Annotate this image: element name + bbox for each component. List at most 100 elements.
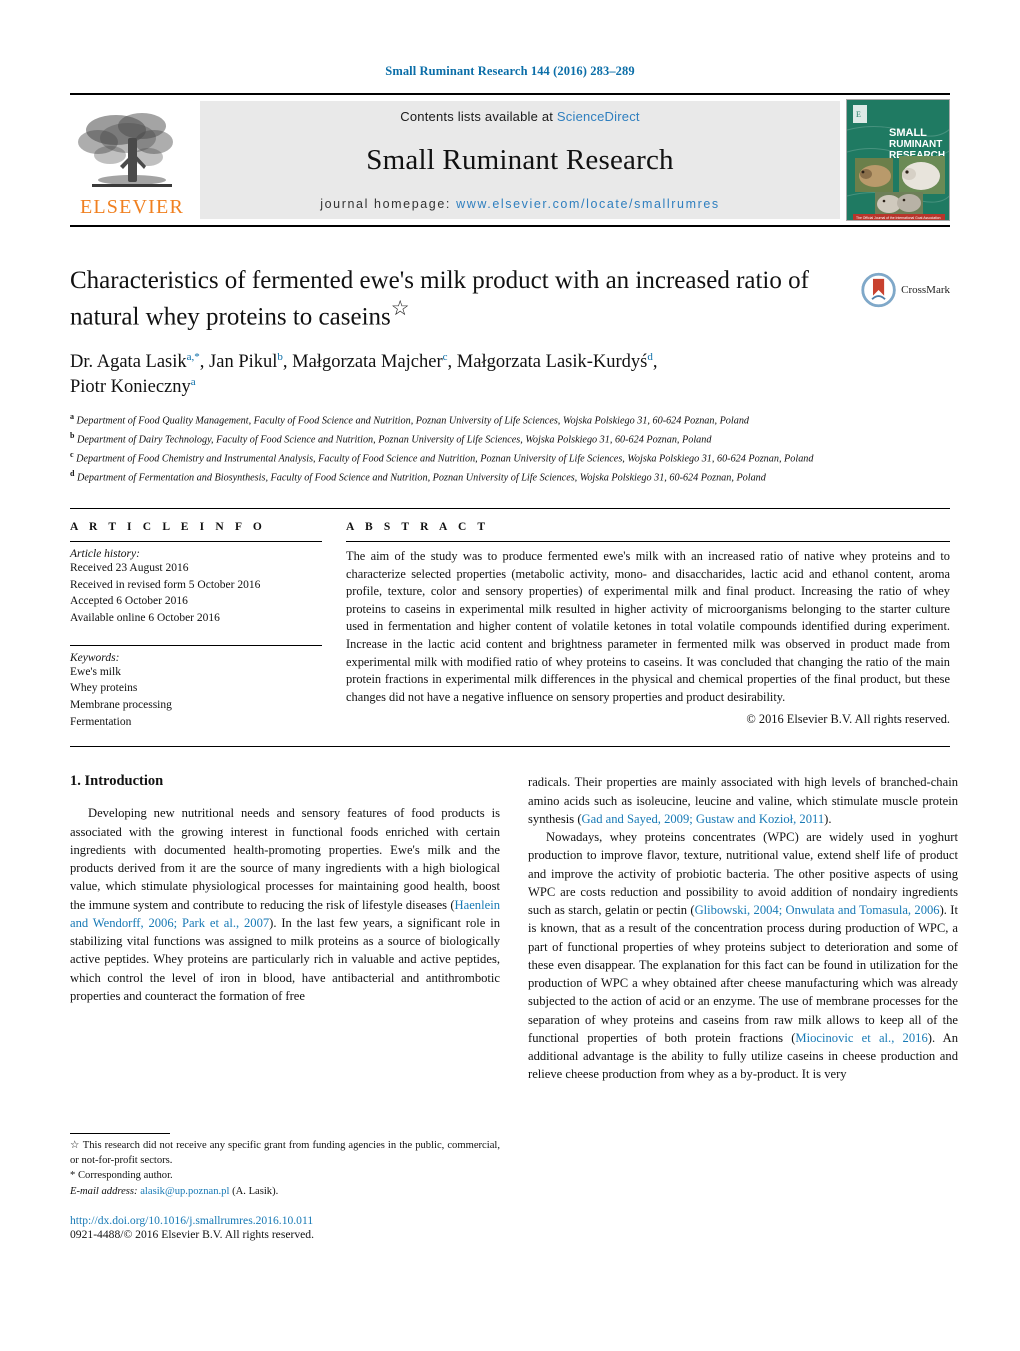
contents-available-line: Contents lists available at ScienceDirec… bbox=[400, 109, 639, 124]
crossmark-icon bbox=[861, 272, 896, 308]
keyword-item: Whey proteins bbox=[70, 682, 138, 695]
cover-footer-text: The Official Journal of the Internationa… bbox=[856, 216, 941, 220]
citation-link[interactable]: Glibowski, 2004; Onwulata and Tomasula, … bbox=[695, 903, 940, 917]
contents-prefix: Contents lists available at bbox=[400, 109, 557, 124]
keywords-label: Keywords: bbox=[70, 651, 120, 664]
abstract-copyright: © 2016 Elsevier B.V. All rights reserved… bbox=[746, 712, 950, 727]
article-title-text: Characteristics of fermented ewe's milk … bbox=[70, 267, 809, 331]
author-name: Małgorzata Lasik-Kurdyś bbox=[456, 352, 648, 373]
article-history-item: Accepted 6 October 2016 bbox=[70, 595, 188, 608]
intro-paragraph-left: Developing new nutritional needs and sen… bbox=[70, 804, 500, 1005]
body-right-column: radicals. Their properties are mainly as… bbox=[528, 773, 958, 1083]
author-item: Małgorzata Lasik-Kurdyśd bbox=[456, 351, 653, 373]
body-left-column: 1. Introduction Developing new nutrition… bbox=[70, 773, 500, 1083]
author-name: Piotr Konieczny bbox=[70, 377, 191, 398]
author-affil-marks[interactable]: a bbox=[191, 376, 196, 388]
svg-text:RUMINANT: RUMINANT bbox=[889, 139, 942, 150]
elsevier-tree-icon bbox=[78, 113, 173, 187]
title-footnote-marker[interactable]: ☆ bbox=[391, 296, 410, 320]
affiliation-text: Department of Fermentation and Biosynthe… bbox=[77, 472, 766, 484]
affiliation-item: d Department of Fermentation and Biosynt… bbox=[70, 468, 950, 486]
page-title: Characteristics of fermented ewe's milk … bbox=[70, 265, 860, 332]
footnote-rule bbox=[70, 1133, 170, 1134]
affiliation-item: a Department of Food Quality Management,… bbox=[70, 411, 950, 429]
author-affil-marks[interactable]: a,* bbox=[187, 351, 200, 363]
journal-band: Contents lists available at ScienceDirec… bbox=[200, 101, 840, 219]
affiliation-text: Department of Dairy Technology, Faculty … bbox=[77, 434, 712, 446]
sciencedirect-link[interactable]: ScienceDirect bbox=[557, 109, 640, 124]
keyword-item: Membrane processing bbox=[70, 698, 172, 711]
email-suffix: (A. Lasik). bbox=[232, 1185, 279, 1197]
article-info-heading: A R T I C L E I N F O bbox=[70, 520, 266, 533]
journal-cover-thumbnail: E SMALL RUMINANT RESEARCH The Official J… bbox=[846, 99, 950, 221]
email-link[interactable]: alasik@up.poznan.pl bbox=[140, 1186, 229, 1197]
article-info-rule bbox=[70, 540, 322, 542]
affiliation-text: Department of Food Chemistry and Instrum… bbox=[76, 453, 814, 465]
funding-footnote: ☆ This research did not receive any spec… bbox=[70, 1139, 500, 1168]
journal-masthead: ELSEVIER Contents lists available at Sci… bbox=[70, 93, 950, 227]
author-name: Jan Pikul bbox=[209, 352, 278, 373]
intro-right2-text-b: ). It is known, that as a result of the … bbox=[528, 903, 958, 1045]
divider-above-article-info bbox=[70, 507, 950, 509]
author-affil-marks[interactable]: b bbox=[277, 351, 283, 363]
body-two-column: 1. Introduction Developing new nutrition… bbox=[70, 773, 958, 1083]
abstract-column: A B S T R A C T The aim of the study was… bbox=[346, 521, 950, 730]
keyword-item: Fermentation bbox=[70, 715, 132, 728]
article-history-item: Received 23 August 2016 bbox=[70, 561, 189, 574]
journal-cover-art: E SMALL RUMINANT RESEARCH The Official J… bbox=[847, 100, 949, 220]
footnote-block: ☆ This research did not receive any spec… bbox=[70, 1133, 500, 1200]
abstract-rule bbox=[346, 540, 950, 542]
doi-link[interactable]: http://dx.doi.org/10.1016/j.smallrumres.… bbox=[70, 1214, 500, 1227]
journal-article-page: Small Ruminant Research 144 (2016) 283–2… bbox=[0, 0, 1020, 1351]
funding-footnote-marker: ☆ bbox=[70, 1140, 80, 1151]
svg-text:SMALL: SMALL bbox=[889, 127, 927, 139]
intro-right-text-b: ). bbox=[824, 811, 832, 826]
affiliation-mark: a bbox=[70, 412, 74, 422]
corresponding-text: Corresponding author. bbox=[77, 1170, 173, 1182]
author-affil-marks[interactable]: c bbox=[443, 351, 448, 363]
funding-footnote-text: This research did not receive any specif… bbox=[70, 1140, 500, 1166]
affiliation-text: Department of Food Quality Management, F… bbox=[76, 415, 750, 427]
article-history-item: Available online 6 October 2016 bbox=[70, 611, 220, 624]
info-abstract-row: A R T I C L E I N F O Article history: R… bbox=[70, 521, 950, 730]
author-list: Dr. Agata Lasika,*, Jan Pikulb, Małgorza… bbox=[70, 351, 658, 398]
email-label: E-mail address: bbox=[70, 1185, 138, 1197]
citation-link[interactable]: Gad and Sayed, 2009; Gustaw and Kozioł, … bbox=[582, 812, 825, 826]
author-name: Małgorzata Majcher bbox=[292, 352, 443, 373]
homepage-url-link[interactable]: www.elsevier.com/locate/smallrumres bbox=[456, 197, 720, 211]
affiliation-item: c Department of Food Chemistry and Instr… bbox=[70, 449, 950, 467]
author-item: Małgorzata Majcherc bbox=[292, 351, 448, 373]
intro-paragraph-right-2: Nowadays, whey proteins concentrates (WP… bbox=[528, 828, 958, 1084]
author-item: Piotr Koniecznya bbox=[70, 376, 196, 398]
email-footnote: E-mail address: alasik@up.poznan.pl (A. … bbox=[70, 1185, 500, 1200]
abstract-text: The aim of the study was to produce ferm… bbox=[346, 548, 950, 704]
corresponding-marker: * bbox=[70, 1170, 76, 1182]
doi-block: http://dx.doi.org/10.1016/j.smallrumres.… bbox=[70, 1214, 500, 1241]
citation-link[interactable]: Miocinovic et al., 2016 bbox=[795, 1031, 927, 1045]
running-head: Small Ruminant Research 144 (2016) 283–2… bbox=[385, 64, 635, 78]
elsevier-logo: ELSEVIER bbox=[70, 101, 194, 219]
intro-left-text-a: Developing new nutritional needs and sen… bbox=[70, 806, 500, 912]
article-history-item: Received in revised form 5 October 2016 bbox=[70, 578, 261, 591]
section-heading-introduction: 1. Introduction bbox=[70, 773, 164, 790]
affiliation-mark: d bbox=[70, 469, 75, 479]
author-affil-marks[interactable]: d bbox=[647, 351, 653, 363]
author-item: Dr. Agata Lasika,* bbox=[70, 351, 200, 372]
divider-below-abstract bbox=[70, 746, 950, 748]
journal-title: Small Ruminant Research bbox=[366, 144, 674, 176]
intro-paragraph-right-1: radicals. Their properties are mainly as… bbox=[528, 773, 958, 828]
crossmark-label: CrossMark bbox=[901, 284, 950, 296]
affiliation-mark: b bbox=[70, 431, 75, 441]
affiliation-list: a Department of Food Quality Management,… bbox=[70, 411, 950, 486]
corresponding-author-footnote: * Corresponding author. bbox=[70, 1169, 500, 1184]
article-history-label: Article history: bbox=[70, 547, 140, 560]
affiliation-mark: c bbox=[70, 450, 74, 460]
issn-copyright-line: 0921-4488/© 2016 Elsevier B.V. All right… bbox=[70, 1228, 314, 1241]
abstract-heading: A B S T R A C T bbox=[346, 520, 490, 533]
elsevier-wordmark: ELSEVIER bbox=[79, 196, 185, 218]
journal-homepage-line: journal homepage: www.elsevier.com/locat… bbox=[320, 197, 720, 211]
title-block: Characteristics of fermented ewe's milk … bbox=[70, 265, 950, 486]
keywords-block: Keywords: Ewe's milk Whey proteins Membr… bbox=[70, 644, 322, 731]
crossmark-badge[interactable]: CrossMark bbox=[860, 267, 950, 313]
author-item: Jan Pikulb bbox=[209, 351, 283, 373]
